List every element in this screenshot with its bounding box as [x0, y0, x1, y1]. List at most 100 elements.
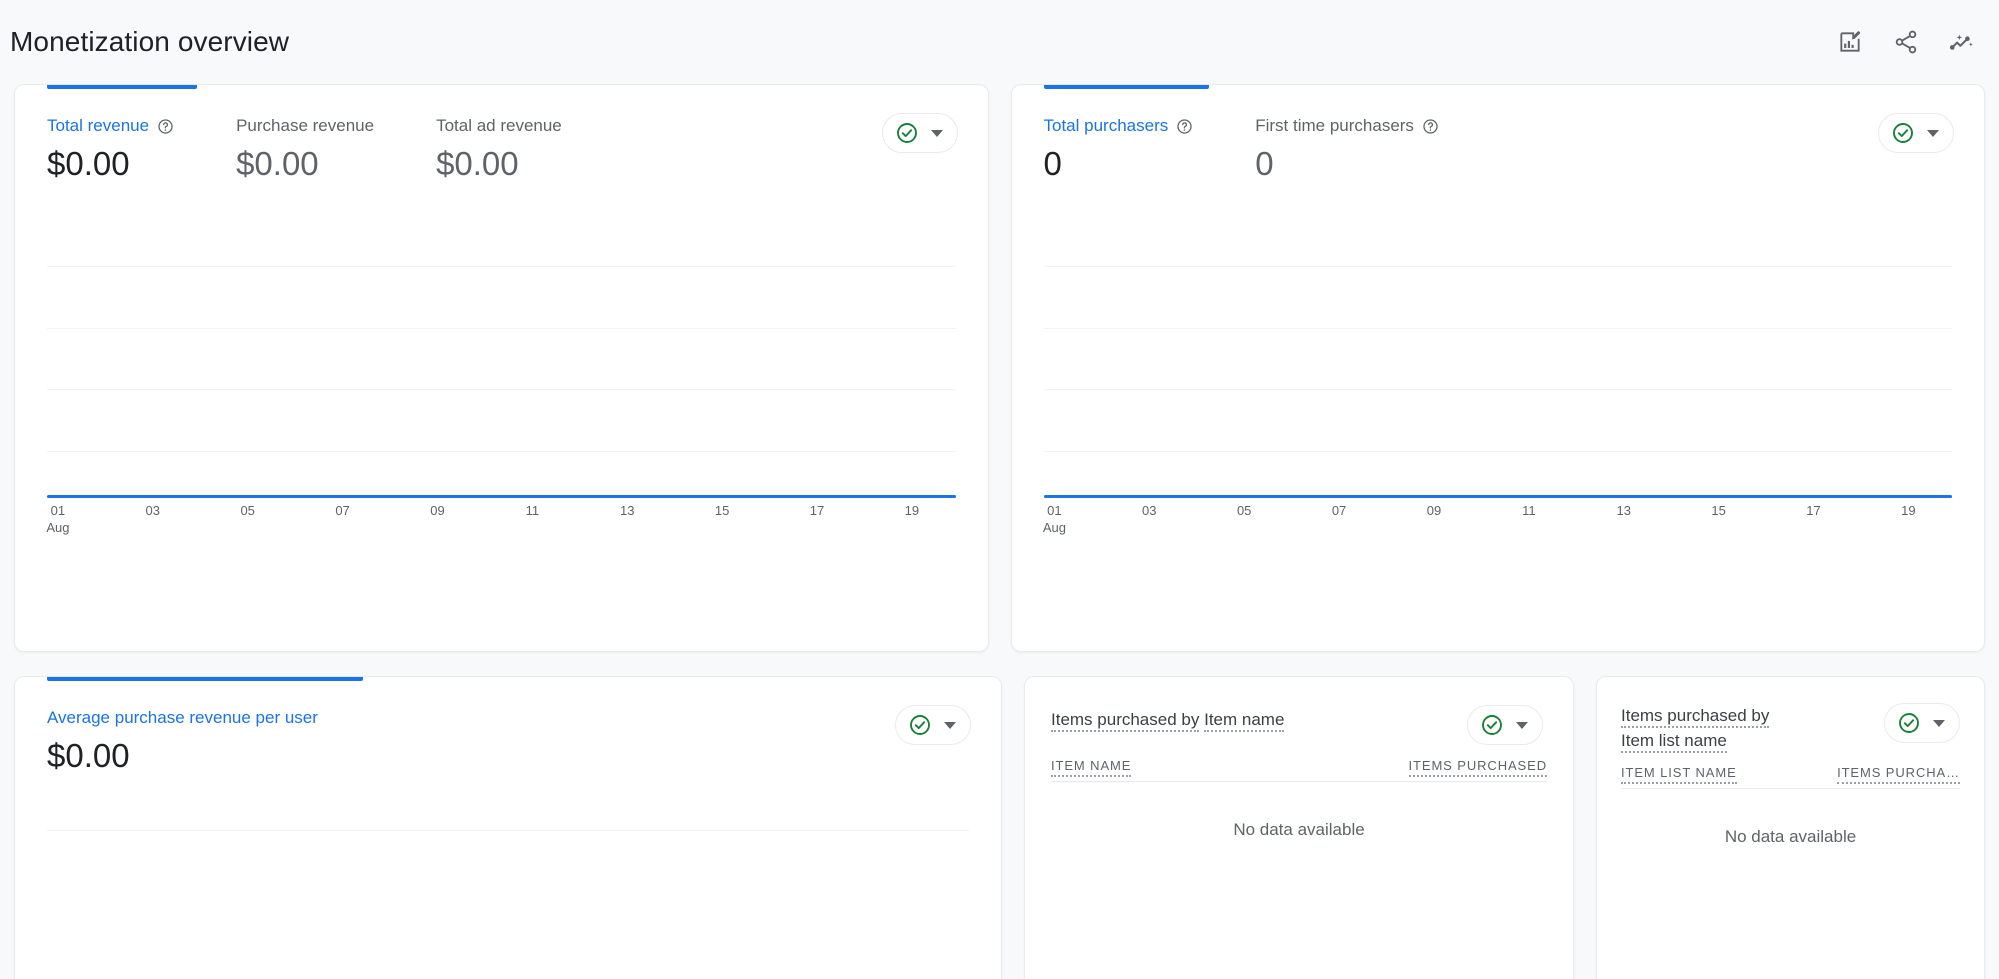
metric-label-text: Total purchasers: [1043, 116, 1169, 135]
metric-value: 0: [1255, 145, 1274, 182]
report-board: Total revenue $0.00 Purchase revenue $0.…: [0, 84, 1999, 979]
x-axis-tick-sublabel: Aug: [46, 520, 70, 535]
card-status-dropdown[interactable]: [1878, 113, 1954, 153]
table-header-row: ITEM LIST NAME ITEMS PURCHA…: [1621, 765, 1960, 789]
chart-gridlines: [47, 219, 956, 534]
help-icon[interactable]: [1176, 118, 1193, 135]
x-axis-tick: 15: [1711, 503, 1726, 518]
title-dimension[interactable]: Item name: [1204, 710, 1285, 732]
board-row-2: Average purchase revenue per user $0.00: [14, 676, 1985, 979]
metric-value: $0.00: [47, 145, 130, 182]
table-empty-state: No data available: [1233, 820, 1365, 839]
chart-total-revenue: 01 Aug 03 05 07 09 11 13 15 17 19: [46, 219, 956, 535]
x-axis-tick-sublabel: Aug: [1042, 520, 1066, 535]
x-axis-tick: 05: [240, 503, 255, 518]
chevron-down-icon: [1933, 719, 1945, 727]
metric-value: $0.00: [436, 145, 519, 182]
table-col-items-purchased[interactable]: ITEMS PURCHA…: [1837, 765, 1960, 784]
card-status-dropdown[interactable]: [1467, 705, 1543, 745]
card-average-purchase-revenue-per-user: Average purchase revenue per user $0.00: [14, 676, 1002, 979]
title-dimension-metric[interactable]: Items purchased by: [1621, 706, 1770, 728]
card-items-purchased-by-item-list-name: Items purchased by Item list name ITEM L…: [1596, 676, 1985, 979]
chart-x-axis: 01 Aug 03 05 07 09 11 13 15 17 19: [1042, 498, 1953, 535]
metric-label: Average purchase revenue per user: [47, 707, 318, 729]
x-axis-tick: 17: [809, 503, 825, 518]
header-actions: [1835, 27, 1977, 57]
x-axis-tick: 11: [525, 503, 540, 518]
chart-x-axis: 01 Aug 03 05 07 09 11 13 15 17 19: [46, 498, 956, 535]
table-col-item-name[interactable]: ITEM NAME: [1051, 758, 1132, 777]
x-axis-tick: 19: [1901, 503, 1916, 518]
card-status-dropdown[interactable]: [881, 113, 958, 153]
x-axis-tick: 07: [1331, 503, 1347, 518]
x-axis-tick: 07: [335, 503, 350, 518]
x-axis-tick: 13: [1616, 503, 1631, 518]
check-circle-icon: [1897, 711, 1921, 735]
metric-label-text: Total revenue: [47, 116, 150, 135]
insights-icon[interactable]: [1947, 27, 1977, 57]
x-axis-tick: 05: [1236, 503, 1252, 518]
x-axis-tick: 17: [1806, 503, 1821, 518]
chevron-down-icon: [1927, 129, 1939, 137]
metric-label-text: Purchase revenue: [236, 116, 375, 135]
card-status-dropdown[interactable]: [1884, 703, 1960, 743]
x-axis-tick: 01 Aug: [46, 503, 70, 535]
help-icon[interactable]: [157, 118, 174, 135]
table-empty-state: No data available: [1724, 827, 1857, 846]
page-header: Monetization overview: [0, 0, 1999, 84]
x-axis-tick: 09: [1426, 503, 1442, 518]
chart-gridlines: [47, 803, 969, 908]
card-revenue: Total revenue $0.00 Purchase revenue $0.…: [14, 84, 989, 652]
metric-label: Total revenue: [47, 115, 174, 137]
metric-tab-arpu[interactable]: Average purchase revenue per user $0.00: [47, 707, 318, 777]
card-title: Items purchased by Item name: [1051, 707, 1381, 732]
card-title: Items purchased by Item list name: [1621, 703, 1831, 753]
table-col-item-list-name[interactable]: ITEM LIST NAME: [1621, 765, 1737, 784]
x-axis-tick: 13: [619, 503, 635, 518]
check-circle-icon: [908, 713, 932, 737]
metric-tab-purchase-revenue[interactable]: Purchase revenue $0.00: [236, 115, 374, 185]
check-circle-icon: [1891, 121, 1915, 145]
page-title: Monetization overview: [10, 26, 290, 57]
x-axis-tick: 01 Aug: [1042, 503, 1066, 535]
chevron-down-icon: [1516, 721, 1528, 729]
card-items-purchased-by-item-name: Items purchased by Item name ITEM NAME I…: [1024, 676, 1574, 979]
x-axis-tick: 11: [1522, 503, 1536, 518]
metric-value: 0: [1043, 145, 1062, 182]
table-header-row: ITEM NAME ITEMS PURCHASED: [1051, 758, 1547, 782]
metric-label-text: First time purchasers: [1255, 116, 1414, 135]
metric-label: Total purchasers: [1044, 115, 1194, 137]
metric-label: Purchase revenue: [236, 115, 374, 137]
metric-label-text: Total ad revenue: [436, 116, 562, 135]
title-dimension[interactable]: Item list name: [1621, 731, 1727, 753]
card-status-dropdown[interactable]: [895, 705, 971, 745]
chart-arpu: [47, 803, 969, 908]
metric-tab-total-revenue[interactable]: Total revenue $0.00: [47, 115, 174, 185]
check-circle-icon: [895, 121, 919, 145]
metric-tab-first-time-purchasers[interactable]: First time purchasers 0: [1255, 115, 1439, 185]
x-axis-tick: 15: [714, 503, 730, 518]
metric-value: $0.00: [47, 737, 130, 774]
metric-label: Total ad revenue: [436, 115, 562, 137]
x-axis-tick: 03: [145, 503, 161, 518]
chart-total-purchasers: 01 Aug 03 05 07 09 11 13 15 17 19: [1042, 219, 1953, 535]
customize-report-icon[interactable]: [1835, 27, 1865, 57]
metric-tabs-revenue: Total revenue $0.00 Purchase revenue $0.…: [47, 115, 956, 185]
metric-tab-total-purchasers[interactable]: Total purchasers 0: [1044, 115, 1194, 185]
x-axis-tick: 09: [430, 503, 445, 518]
metric-tab-total-ad-revenue[interactable]: Total ad revenue $0.00: [436, 115, 562, 185]
x-axis-tick: 03: [1142, 503, 1157, 518]
table-col-items-purchased[interactable]: ITEMS PURCHASED: [1408, 758, 1547, 777]
chart-gridlines: [1043, 219, 1952, 534]
metric-tabs-purchasers: Total purchasers 0 First time purchasers…: [1044, 115, 1953, 185]
check-circle-icon: [1480, 713, 1504, 737]
board-row-1: Total revenue $0.00 Purchase revenue $0.…: [14, 84, 1985, 652]
x-axis-tick: 19: [904, 503, 920, 518]
metric-tabs-arpu: Average purchase revenue per user $0.00: [47, 707, 969, 777]
help-icon[interactable]: [1422, 118, 1439, 135]
title-dimension-metric[interactable]: Items purchased by: [1051, 710, 1200, 732]
share-icon[interactable]: [1891, 27, 1921, 57]
metric-value: $0.00: [236, 145, 319, 182]
metric-label-text: Average purchase revenue per user: [47, 708, 318, 727]
card-purchasers: Total purchasers 0 First time purchasers…: [1010, 84, 1985, 652]
